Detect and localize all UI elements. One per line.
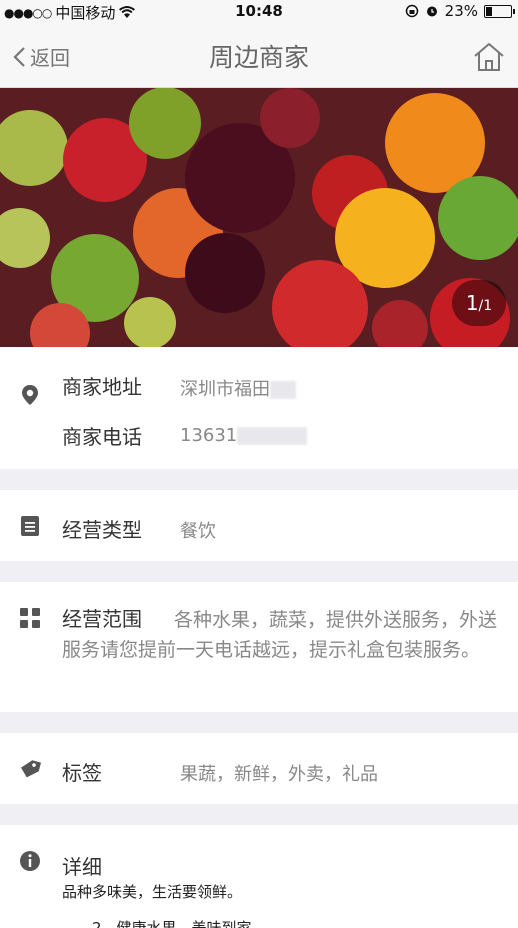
tags-card: 标签 果蔬，新鲜，外卖，礼品: [0, 733, 518, 804]
business-type-value: 餐饮: [180, 521, 216, 542]
location-pin-icon: [22, 385, 38, 405]
pager-current: 1: [465, 291, 479, 315]
page-title: 周边商家: [208, 43, 309, 72]
address-value: 深圳市福田: [180, 375, 296, 401]
address-label: 商家地址: [62, 375, 142, 399]
detail-line-1: 品种多味美，生活要领鲜。: [62, 883, 243, 901]
status-bar: ●●●○○ 中国移动 10:48 23%: [0, 0, 518, 24]
redacted-block: [270, 381, 296, 399]
business-type-card: 经营类型 餐饮: [0, 490, 518, 561]
pager-total: /1: [478, 298, 493, 314]
address-text: 深圳市福田: [180, 379, 270, 400]
info-icon: [20, 851, 40, 871]
detail-label: 详细: [62, 855, 102, 879]
rotation-lock-icon: [405, 4, 418, 18]
fruit-photo: [0, 88, 518, 347]
home-icon[interactable]: [472, 40, 506, 74]
redacted-block: [237, 427, 308, 445]
tags-label: 标签: [62, 761, 102, 785]
nav-bar: 返回 周边商家: [0, 24, 518, 88]
battery-percent: 23%: [444, 2, 478, 20]
detail-card: 详细 品种多味美，生活要领鲜。 2、健康水果，美味到家: [0, 825, 518, 928]
business-scope-label: 经营范围: [62, 607, 142, 631]
status-right: 23%: [405, 2, 515, 20]
tag-icon: [21, 760, 42, 778]
business-scope-card: 经营范围 各种水果，蔬菜，提供外送服务，外送服务请您提前一天电话越远，提示礼盒包装…: [0, 582, 518, 712]
detail-line-2: 2、健康水果，美味到家: [92, 919, 252, 928]
grid-icon: [20, 608, 40, 628]
phone-text: 13631: [180, 425, 238, 446]
business-type-label: 经营类型: [62, 518, 142, 542]
battery-icon: [484, 4, 515, 18]
phone-label: 商家电话: [62, 425, 142, 449]
store-banner-image[interactable]: 1/1: [0, 88, 518, 347]
contact-card: 商家地址 深圳市福田 商家电话 13631: [0, 347, 518, 469]
phone-value[interactable]: 13631: [180, 425, 308, 446]
alarm-icon: [426, 6, 437, 17]
business-scope-text: 经营范围 各种水果，蔬菜，提供外送服务，外送服务请您提前一天电话越远，提示礼盒包装…: [62, 604, 502, 665]
image-pager: 1/1: [452, 280, 506, 326]
document-icon: [21, 516, 39, 536]
tags-value: 果蔬，新鲜，外卖，礼品: [180, 764, 378, 785]
